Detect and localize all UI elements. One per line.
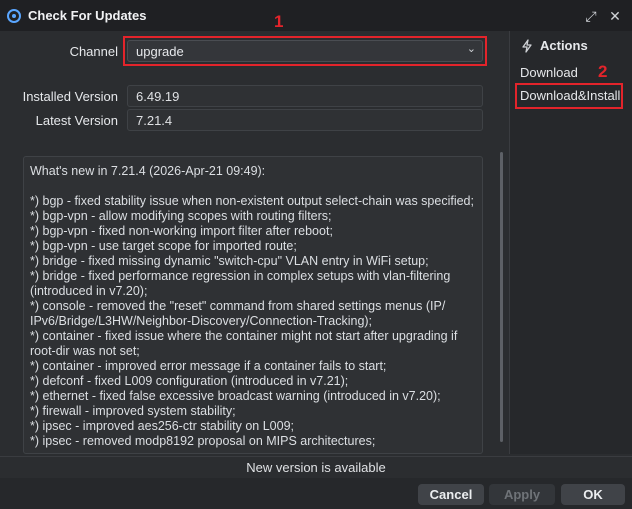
notes-line: *) ipsec - removed modp8192 proposal on …	[30, 434, 376, 448]
annotation-number-2: 2	[598, 62, 608, 81]
release-notes-text[interactable]: What's new in 7.21.4 (2026-Apr-21 09:49)…	[23, 156, 483, 454]
notes-line: *) defconf - fixed L009 configuration (i…	[30, 374, 349, 388]
window-title: Check For Updates	[28, 8, 147, 23]
notes-line: *) bgp-vpn - use target scope for import…	[30, 239, 297, 253]
latest-version-label: Latest Version	[35, 113, 118, 128]
gear-icon	[7, 8, 21, 23]
cancel-button[interactable]: Cancel	[418, 484, 484, 505]
annotation-number-1: 1	[274, 12, 284, 31]
apply-button[interactable]: Apply	[489, 484, 555, 505]
lightning-icon	[522, 38, 532, 53]
channel-label: Channel	[69, 44, 118, 59]
notes-line: *) bgp-vpn - allow modifying scopes with…	[30, 209, 332, 223]
notes-line: *) bgp - fixed stability issue when non-…	[30, 194, 474, 208]
actions-title: Actions	[540, 38, 588, 53]
notes-line: *) firewall - improved system stability;	[30, 404, 236, 418]
installed-version-label: Installed Version	[22, 89, 118, 104]
highlight-box-2	[515, 83, 623, 109]
notes-line: *) container - improved error message if…	[30, 359, 387, 373]
status-message: New version is available	[0, 456, 632, 479]
ok-button[interactable]: OK	[561, 484, 625, 505]
highlight-box-1	[123, 36, 487, 66]
installed-version-field: 6.49.19	[127, 85, 483, 107]
restore-icon[interactable]: ⤢	[581, 6, 601, 26]
download-action[interactable]: Download	[520, 65, 578, 80]
latest-version-field: 7.21.4	[127, 109, 483, 131]
notes-line: *) ethernet - fixed false excessive broa…	[30, 389, 441, 403]
notes-line: *) console - removed the "reset" command…	[30, 299, 449, 328]
notes-line: *) container - fixed issue where the con…	[30, 329, 461, 358]
notes-line	[30, 179, 476, 194]
notes-line: *) bridge - fixed missing dynamic "switc…	[30, 254, 429, 268]
notes-line: *) bridge - fixed performance regression…	[30, 269, 454, 298]
close-icon[interactable]: ✕	[605, 6, 625, 26]
notes-line: What's new in 7.21.4 (2026-Apr-21 09:49)…	[30, 164, 266, 178]
scrollbar[interactable]	[497, 40, 503, 454]
title-bar: Check For Updates ⤢ ✕	[0, 0, 632, 31]
notes-line: *) bgp-vpn - fixed non-working import fi…	[30, 224, 333, 238]
scrollbar-thumb[interactable]	[500, 152, 503, 442]
notes-line: *) ipsec - improved aes256-ctr stability…	[30, 419, 295, 433]
actions-header: Actions	[520, 38, 588, 53]
